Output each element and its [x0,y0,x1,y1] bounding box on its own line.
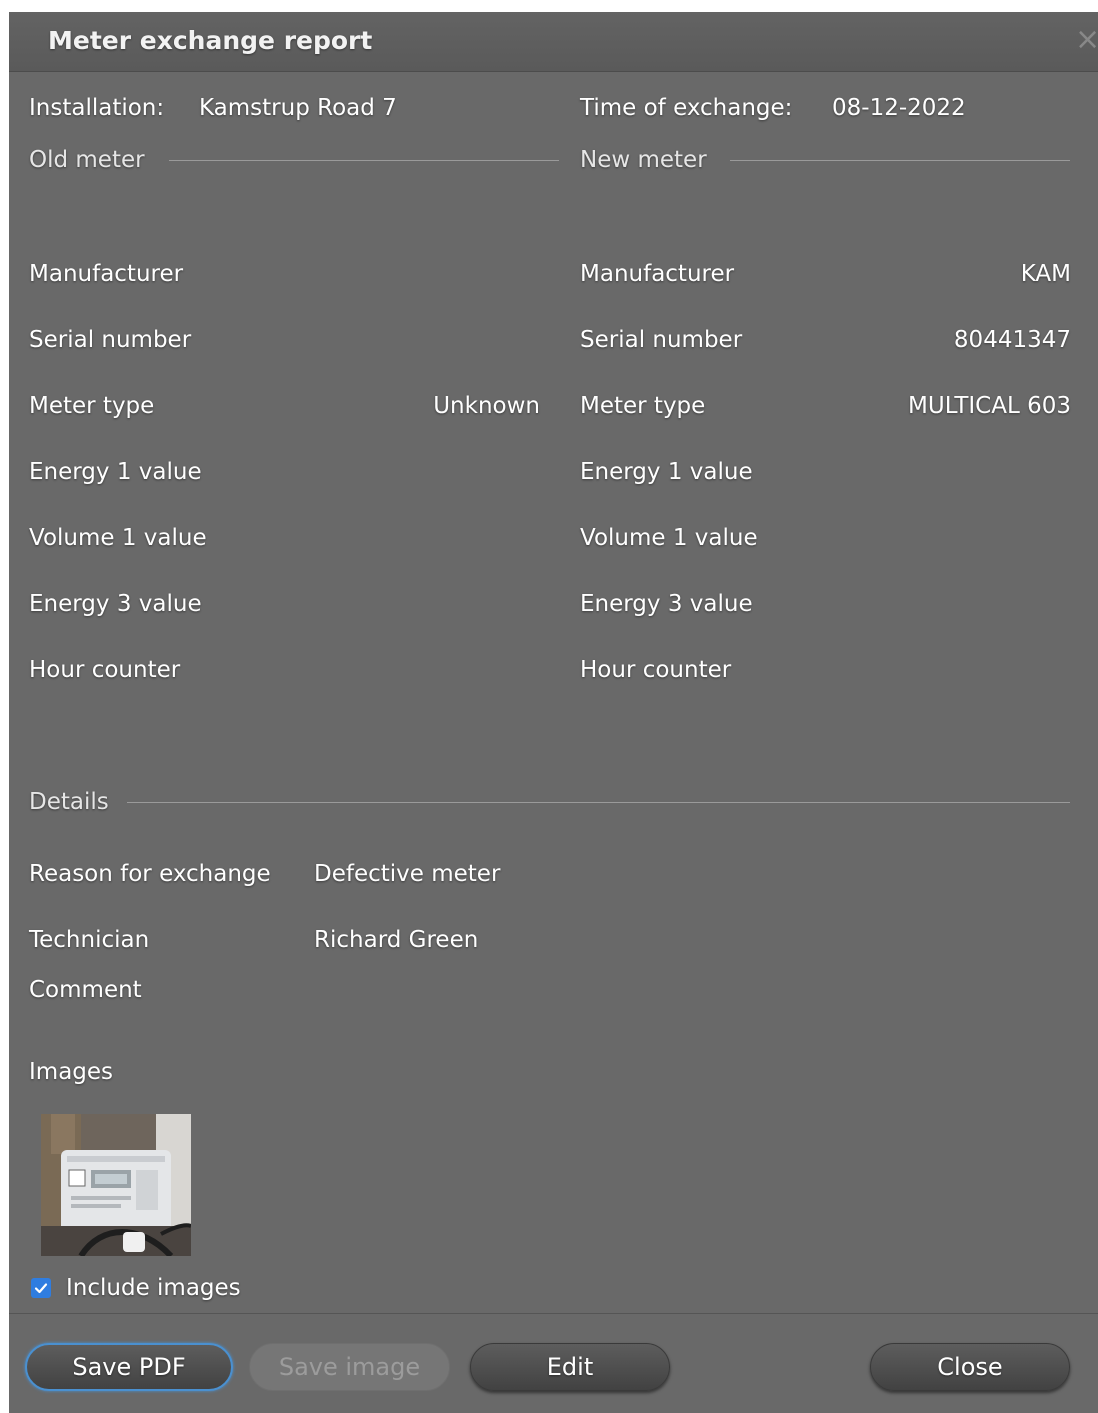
new-meter-divider [730,160,1070,161]
include-images-checkbox[interactable] [31,1278,51,1298]
new-meter-manufacturer-label: Manufacturer [580,261,735,287]
reason-label: Reason for exchange [29,861,271,887]
technician-value: Richard Green [314,927,479,953]
installation-label: Installation: [29,95,165,121]
old-meter-volume1-label: Volume 1 value [29,525,207,551]
old-meter-divider [169,160,559,161]
edit-button[interactable]: Edit [470,1343,670,1391]
old-meter-energy1-label: Energy 1 value [29,459,202,485]
close-icon[interactable]: × [1075,22,1098,57]
checkmark-icon [34,1283,48,1294]
technician-label: Technician [29,927,150,953]
old-meter-type-value: Unknown [433,393,540,419]
close-button[interactable]: Close [870,1343,1070,1391]
new-meter-serial-value: 80441347 [953,327,1071,353]
old-meter-energy3-label: Energy 3 value [29,591,202,617]
comment-label: Comment [29,977,142,1003]
time-of-exchange-value: 08-12-2022 [832,95,966,121]
footer-divider [9,1313,1098,1314]
save-pdf-button[interactable]: Save PDF [25,1343,233,1391]
dialog-title: Meter exchange report [48,26,373,55]
save-image-button[interactable]: Save image [249,1343,450,1391]
new-meter-energy1-label: Energy 1 value [580,459,753,485]
old-meter-manufacturer-label: Manufacturer [29,261,184,287]
old-meter-hour-counter-label: Hour counter [29,657,181,683]
meter-exchange-dialog: Meter exchange report × Installation: Ka… [9,12,1098,1413]
meter-photo-thumbnail[interactable] [41,1114,191,1256]
new-meter-hour-counter-label: Hour counter [580,657,732,683]
old-meter-type-label: Meter type [29,393,155,419]
new-meter-heading: New meter [580,147,707,173]
details-divider [127,802,1070,803]
new-meter-serial-label: Serial number [580,327,743,353]
new-meter-manufacturer-value: KAM [1020,261,1071,287]
new-meter-type-label: Meter type [580,393,706,419]
meter-photo [41,1114,191,1256]
new-meter-volume1-label: Volume 1 value [580,525,758,551]
old-meter-serial-label: Serial number [29,327,192,353]
new-meter-energy3-label: Energy 3 value [580,591,753,617]
time-of-exchange-label: Time of exchange: [580,95,793,121]
details-heading: Details [29,789,109,815]
dialog-titlebar: Meter exchange report × [9,12,1098,72]
images-label: Images [29,1059,114,1085]
include-images-label[interactable]: Include images [66,1273,241,1303]
new-meter-type-value: MULTICAL 603 [908,393,1071,419]
installation-value: Kamstrup Road 7 [199,95,397,121]
old-meter-heading: Old meter [29,147,145,173]
reason-value: Defective meter [314,861,501,887]
